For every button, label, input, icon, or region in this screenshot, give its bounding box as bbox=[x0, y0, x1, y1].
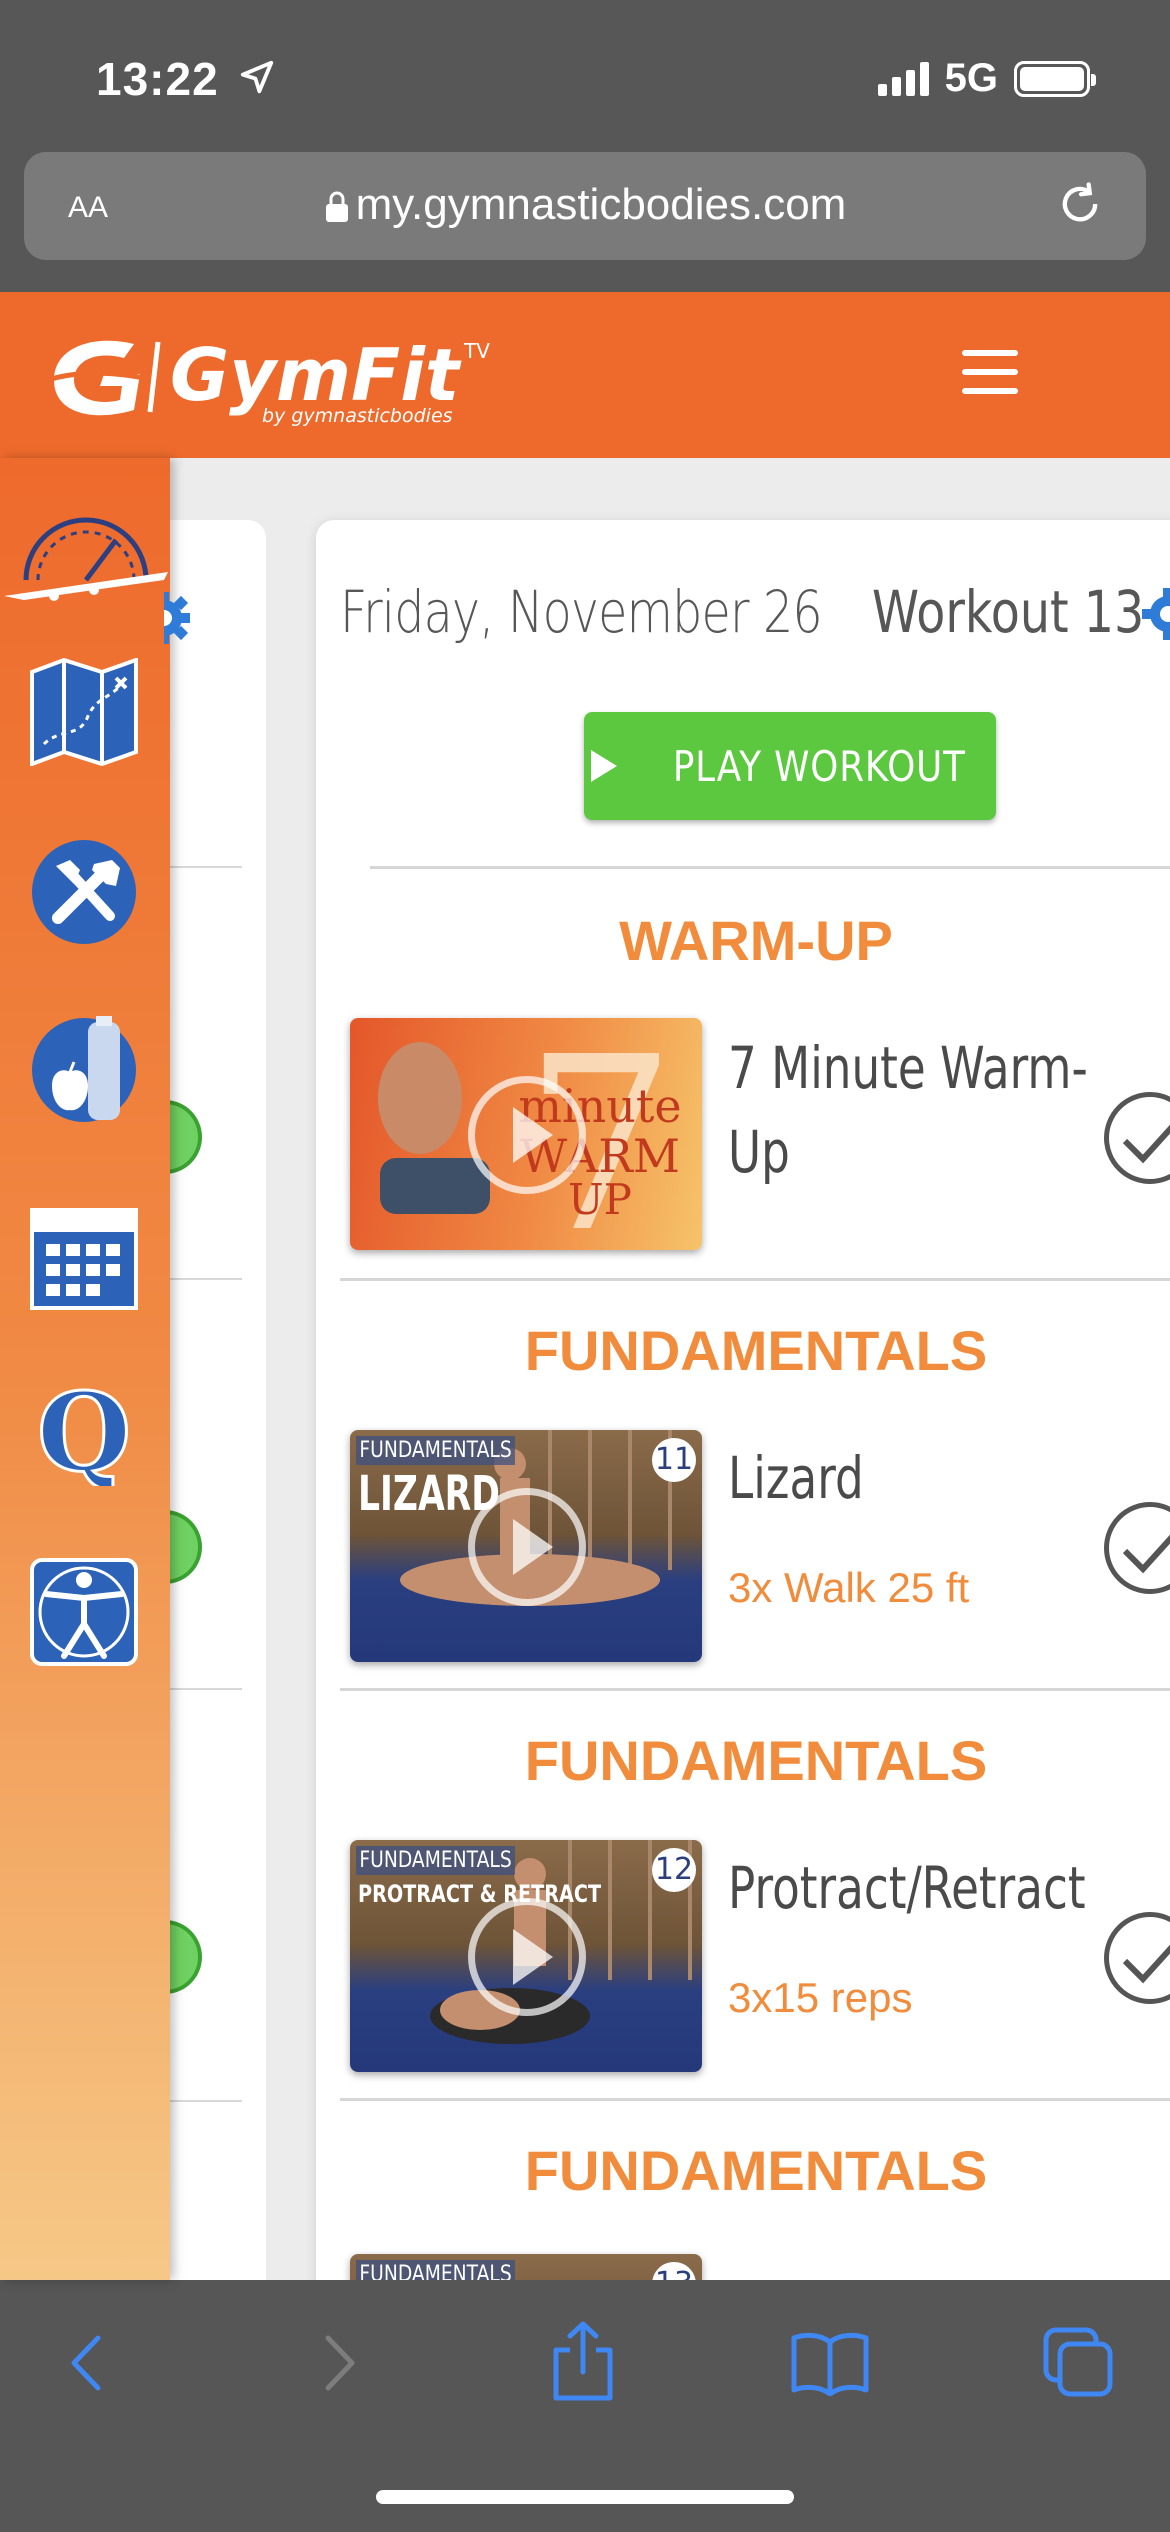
url-text: my.gymnasticbodies.com bbox=[355, 180, 847, 229]
tools-icon[interactable] bbox=[30, 838, 138, 946]
thumbnail-number: 11 bbox=[652, 1438, 696, 1482]
hamburger-menu-button[interactable] bbox=[962, 350, 1018, 394]
divider bbox=[170, 1278, 242, 1280]
exercise-thumbnail[interactable]: 7 minute WARM UP bbox=[350, 1018, 702, 1250]
section-heading: FUNDAMENTALS bbox=[524, 2139, 988, 2202]
workout-card: Friday, November 26 Workout 13 PLAY WORK… bbox=[316, 520, 1170, 2320]
svg-text:by gymnasticbodies: by gymnasticbodies bbox=[262, 405, 453, 427]
play-circle-icon[interactable] bbox=[468, 1898, 586, 2016]
exercise-detail: 3x Walk 25 ft bbox=[728, 1564, 970, 1611]
workout-date: Friday, November 26 bbox=[340, 578, 823, 646]
exercise-name[interactable]: Lizard bbox=[728, 1436, 864, 1520]
play-workout-label: PLAY WORKOUT bbox=[672, 741, 966, 791]
back-icon[interactable] bbox=[62, 2328, 112, 2398]
complete-check-icon[interactable] bbox=[1104, 1912, 1170, 2004]
body-icon[interactable] bbox=[30, 1558, 138, 1666]
play-circle-icon[interactable] bbox=[468, 1488, 586, 1606]
exercise-name[interactable]: Protract/Retract bbox=[728, 1846, 1086, 1930]
status-indicators: 5G bbox=[877, 56, 1096, 101]
svg-text:UP: UP bbox=[568, 1175, 632, 1224]
section-heading: WARM-UP bbox=[619, 909, 893, 972]
thumbnail-number: 12 bbox=[652, 1848, 696, 1892]
divider bbox=[340, 1688, 1170, 1691]
app-header: GymFit TV by gymnasticbodies bbox=[0, 292, 1170, 458]
complete-check-icon[interactable] bbox=[1104, 1502, 1170, 1594]
left-sidebar: Q bbox=[0, 458, 170, 2280]
divider bbox=[370, 866, 1170, 869]
reload-icon[interactable] bbox=[1054, 178, 1106, 230]
section-heading: FUNDAMENTALS bbox=[524, 1319, 988, 1382]
network-label: 5G bbox=[944, 56, 998, 100]
exercise-detail: 3x15 reps bbox=[728, 1974, 913, 2021]
play-circle-icon[interactable] bbox=[468, 1076, 586, 1194]
section-heading: FUNDAMENTALS bbox=[524, 1729, 988, 1792]
play-icon bbox=[590, 750, 617, 782]
thumbnail-tag: FUNDAMENTALS bbox=[356, 1846, 516, 1875]
svg-text:TV: TV bbox=[463, 339, 490, 363]
divider bbox=[170, 2100, 242, 2102]
previous-day-card bbox=[170, 520, 266, 2300]
share-icon[interactable] bbox=[548, 2320, 618, 2402]
workout-title: Workout 13 bbox=[872, 578, 1145, 646]
divider bbox=[340, 2098, 1170, 2101]
play-workout-button[interactable]: PLAY WORKOUT bbox=[584, 712, 996, 820]
svg-text:Q: Q bbox=[37, 1378, 131, 1486]
thumbnail-tag: FUNDAMENTALS bbox=[356, 1436, 516, 1465]
signal-icon bbox=[877, 61, 929, 96]
url-display[interactable]: my.gymnasticbodies.com bbox=[24, 180, 1146, 230]
dashboard-gauge-icon[interactable] bbox=[4, 500, 168, 604]
bookmarks-icon[interactable] bbox=[790, 2330, 870, 2396]
browser-top-chrome: 13:22 5G AA my.gymnasticbodies.com bbox=[0, 0, 1170, 292]
q-icon[interactable]: Q bbox=[30, 1378, 138, 1486]
location-arrow-icon bbox=[240, 60, 274, 94]
thumbnail-title: PROTRACT & RETRACT bbox=[358, 1880, 602, 1908]
tabs-icon[interactable] bbox=[1042, 2326, 1114, 2398]
exercise-name[interactable]: 7 Minute Warm- Up bbox=[728, 1026, 1088, 1194]
complete-check-icon[interactable] bbox=[1104, 1092, 1170, 1184]
home-indicator[interactable] bbox=[376, 2490, 794, 2504]
calendar-icon[interactable] bbox=[30, 1202, 138, 1310]
forward-icon[interactable] bbox=[314, 2328, 364, 2398]
map-icon[interactable] bbox=[30, 658, 138, 766]
gymfit-logo[interactable]: GymFit TV by gymnasticbodies bbox=[34, 322, 504, 432]
nutrition-icon[interactable] bbox=[30, 1016, 138, 1124]
divider bbox=[340, 1278, 1170, 1281]
address-bar[interactable]: AA my.gymnasticbodies.com bbox=[24, 152, 1146, 260]
divider bbox=[170, 866, 242, 868]
divider bbox=[170, 1688, 242, 1690]
status-time: 13:22 bbox=[96, 53, 219, 105]
exercise-thumbnail[interactable]: FUNDAMENTALS PROTRACT & RETRACT 12 bbox=[350, 1840, 702, 2072]
gear-icon[interactable] bbox=[1138, 584, 1170, 644]
gear-icon[interactable] bbox=[164, 588, 208, 648]
battery-icon bbox=[1014, 60, 1096, 97]
lock-icon bbox=[325, 191, 348, 223]
exercise-thumbnail[interactable]: FUNDAMENTALS LIZARD 11 bbox=[350, 1430, 702, 1662]
